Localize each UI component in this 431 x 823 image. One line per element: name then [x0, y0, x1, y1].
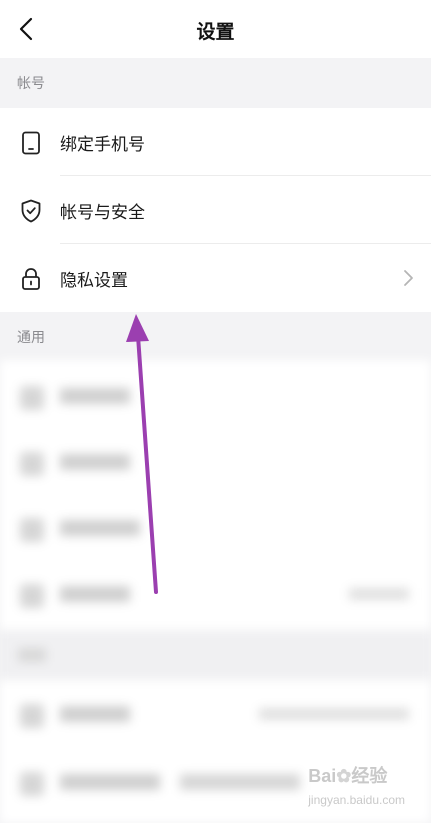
settings-item-privacy[interactable]: 隐私设置	[0, 244, 431, 312]
watermark-subtext: jingyan.baidu.com	[308, 793, 405, 807]
settings-item-bind-phone[interactable]: 绑定手机号	[0, 108, 431, 176]
watermark-suffix: 经验	[351, 766, 388, 786]
blurred-list-item	[0, 364, 431, 430]
section-title-account: 帐号	[17, 76, 45, 92]
section-title-general: 通用	[17, 330, 45, 346]
section-header-general: 通用	[0, 312, 431, 360]
settings-item-account-security[interactable]: 帐号与安全	[0, 176, 431, 244]
account-settings-card: 绑定手机号 帐号与安全 隐私设置	[0, 108, 431, 312]
phone-icon	[18, 130, 44, 156]
blurred-general-settings	[0, 360, 431, 823]
blurred-section-header	[0, 630, 431, 680]
lock-icon	[18, 266, 44, 292]
blurred-list-item	[0, 682, 431, 748]
blurred-list-item	[0, 496, 431, 562]
baidu-watermark: Bai✿经验 jingyan.baidu.com	[308, 762, 405, 809]
settings-item-label: 隐私设置	[60, 271, 128, 291]
top-navigation-bar: 设置	[0, 0, 431, 58]
blurred-list-item	[0, 562, 431, 628]
watermark-text: Bai	[308, 766, 337, 786]
paw-logo-icon: ✿	[336, 766, 352, 786]
settings-item-label: 绑定手机号	[60, 135, 145, 155]
shield-icon	[18, 198, 44, 224]
page-title: 设置	[196, 21, 235, 43]
blurred-list-item	[0, 430, 431, 496]
section-header-account: 帐号	[0, 58, 431, 108]
settings-item-label: 帐号与安全	[60, 203, 145, 223]
chevron-right-icon	[404, 270, 413, 286]
